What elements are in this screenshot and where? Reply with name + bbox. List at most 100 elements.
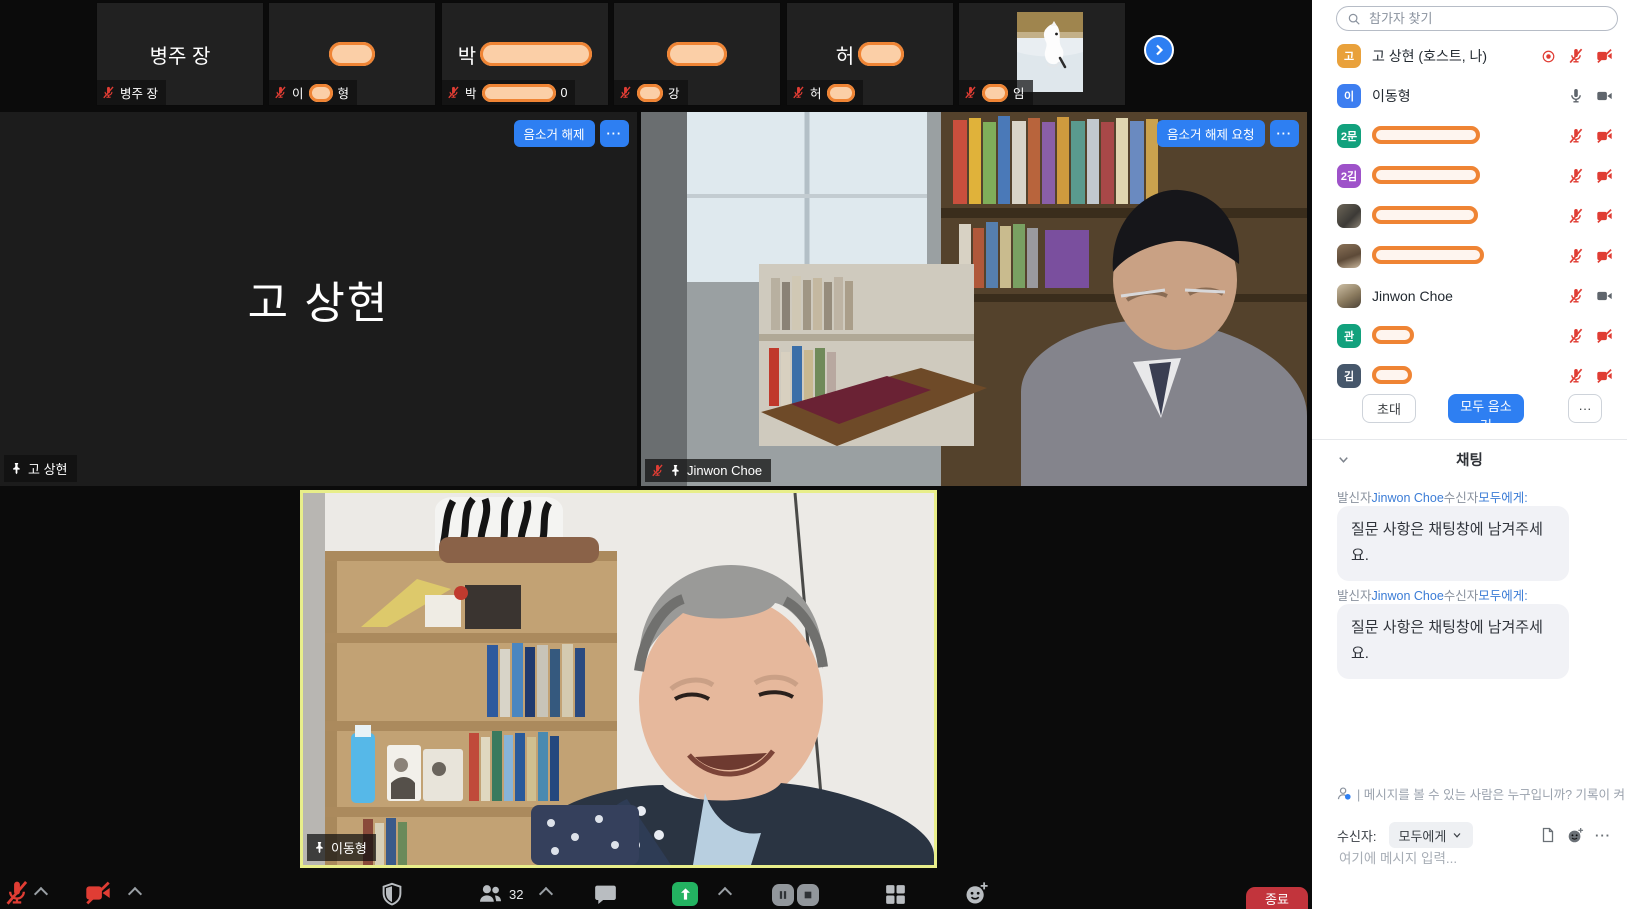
- mic-muted-icon[interactable]: [4, 880, 30, 906]
- share-screen-control[interactable]: [672, 882, 698, 906]
- strip-tile-2[interactable]: 이 형: [268, 2, 436, 106]
- participant-row[interactable]: [1312, 236, 1627, 276]
- mic-muted-icon: [1568, 48, 1584, 64]
- arrow-up-icon: [677, 886, 694, 903]
- participant-row[interactable]: [1312, 196, 1627, 236]
- redacted-name: [329, 42, 375, 66]
- tile-more-button[interactable]: ···: [1270, 120, 1300, 147]
- chat-control[interactable]: [594, 883, 617, 906]
- mic-muted-icon: [447, 86, 460, 99]
- pause-recording-button[interactable]: [772, 884, 794, 906]
- participant-row[interactable]: 김: [1312, 356, 1627, 396]
- avatar: 관: [1337, 324, 1361, 348]
- end-meeting-button[interactable]: 종료: [1246, 887, 1308, 909]
- mic-options-chevron[interactable]: [34, 887, 48, 901]
- stop-icon: [801, 888, 815, 902]
- participants-control[interactable]: 32: [478, 882, 523, 906]
- tile-name-label: 병주 장: [97, 80, 166, 105]
- participants-chat-panel: 고 고 상현 (호스트, 나) 이 이동형 2문: [1312, 0, 1627, 909]
- participant-row[interactable]: 2김: [1312, 156, 1627, 196]
- participant-name: 이동형: [1372, 86, 1557, 106]
- chat-more-icon[interactable]: ···: [1595, 828, 1611, 843]
- file-attach-icon[interactable]: [1540, 827, 1556, 843]
- camera-off-icon: [1596, 248, 1613, 264]
- strip-tile-3[interactable]: 박 박 0: [441, 2, 609, 106]
- share-options-chevron[interactable]: [718, 887, 732, 901]
- reactions-smiley-icon[interactable]: [964, 881, 989, 906]
- redacted-name: [1372, 166, 1480, 184]
- avatar-photo: [1337, 284, 1361, 308]
- mute-control[interactable]: [4, 880, 30, 906]
- participants-options-chevron[interactable]: [539, 887, 553, 901]
- panel-divider: [1312, 439, 1627, 440]
- redacted-name: [480, 42, 592, 66]
- zoom-meeting-window: 병주 장 병주 장 이 형 박: [0, 0, 1627, 909]
- unmute-button[interactable]: 음소거 해제: [514, 120, 595, 147]
- mic-muted-icon: [102, 86, 115, 99]
- mic-muted-icon: [1568, 368, 1584, 384]
- apps-control[interactable]: [884, 883, 907, 906]
- avatar: 이: [1337, 84, 1361, 108]
- avatar: 2문: [1337, 124, 1361, 148]
- participant-row-host[interactable]: 고 고 상현 (호스트, 나): [1312, 36, 1627, 76]
- recipient-selector[interactable]: 모두에게: [1389, 822, 1474, 848]
- apps-grid-icon[interactable]: [884, 883, 907, 906]
- pin-icon: [313, 841, 326, 854]
- mic-muted-icon: [1568, 248, 1584, 264]
- camera-off-icon[interactable]: [84, 880, 112, 906]
- chat-bubble-icon[interactable]: [594, 883, 617, 906]
- redacted-name: [1372, 366, 1412, 384]
- video-options-chevron[interactable]: [128, 887, 142, 901]
- reactions-control[interactable]: [964, 881, 989, 906]
- camera-off-icon: [1596, 168, 1613, 184]
- security-control[interactable]: [380, 882, 404, 906]
- video-tile-go-sanghyun[interactable]: 고 상현 음소거 해제 ··· 고 상현: [0, 112, 637, 486]
- recording-pause-control[interactable]: [772, 884, 794, 906]
- camera-on-icon: [1596, 88, 1613, 104]
- mic-muted-icon: [964, 86, 977, 99]
- video-tile-lee-donghyung-pinned[interactable]: 이동형: [300, 490, 937, 868]
- tile-more-button[interactable]: ···: [600, 120, 630, 147]
- redacted-name: [1372, 326, 1414, 344]
- participants-more-button[interactable]: ···: [1568, 394, 1602, 423]
- participant-row[interactable]: 관: [1312, 316, 1627, 356]
- mic-muted-icon: [1568, 208, 1584, 224]
- redacted-name: [637, 84, 663, 102]
- participant-row[interactable]: 2문: [1312, 116, 1627, 156]
- strip-tile-1[interactable]: 병주 장 병주 장: [96, 2, 264, 106]
- participant-search[interactable]: [1336, 6, 1618, 31]
- recording-stop-control[interactable]: [797, 884, 819, 906]
- shield-icon[interactable]: [380, 882, 404, 906]
- participant-row[interactable]: 이 이동형: [1312, 76, 1627, 116]
- participants-icon[interactable]: [478, 882, 503, 906]
- chat-message-meta: 발신자Jinwon Choe수신자모두에게:: [1337, 585, 1528, 604]
- chat-recipient-row: 수신자: 모두에게 ···: [1337, 822, 1611, 848]
- chevron-right-icon: [1151, 42, 1167, 58]
- redacted-name: [482, 84, 556, 102]
- mic-muted-icon: [1568, 168, 1584, 184]
- chevron-down-icon: [1451, 829, 1463, 841]
- strip-tile-5[interactable]: 허 허: [786, 2, 954, 106]
- video-control[interactable]: [84, 880, 112, 906]
- chat-privacy-notice: | 메시지를 볼 수 있는 사람은 누구입니까? 기록이 켜져: [1337, 784, 1625, 803]
- ask-to-unmute-button[interactable]: 음소거 해제 요청: [1157, 120, 1264, 147]
- chat-message-input[interactable]: [1337, 850, 1621, 867]
- mic-muted-icon: [792, 86, 805, 99]
- invite-button[interactable]: 초대: [1362, 394, 1416, 423]
- mute-all-button[interactable]: 모두 음소거: [1448, 394, 1524, 423]
- camera-off-icon: [1596, 208, 1613, 224]
- chat-message-bubble: 질문 사항은 채팅창에 남겨주세요.: [1337, 604, 1569, 679]
- chat-message-bubble: 질문 사항은 채팅창에 남겨주세요.: [1337, 506, 1569, 581]
- strip-tile-6[interactable]: 임: [958, 2, 1126, 106]
- share-screen-button[interactable]: [672, 882, 698, 906]
- mic-muted-icon: [651, 464, 664, 477]
- strip-tile-4[interactable]: 강: [613, 2, 781, 106]
- video-tile-jinwon-choe[interactable]: 음소거 해제 요청 ··· Jinwon Choe: [641, 112, 1307, 486]
- mic-muted-icon: [619, 86, 632, 99]
- search-input[interactable]: [1367, 10, 1607, 27]
- participant-row-jinwon-choe[interactable]: Jinwon Choe: [1312, 276, 1627, 316]
- redacted-name: [827, 84, 855, 102]
- stop-recording-button[interactable]: [797, 884, 819, 906]
- emoji-icon[interactable]: [1567, 827, 1584, 844]
- next-page-button[interactable]: [1144, 35, 1174, 65]
